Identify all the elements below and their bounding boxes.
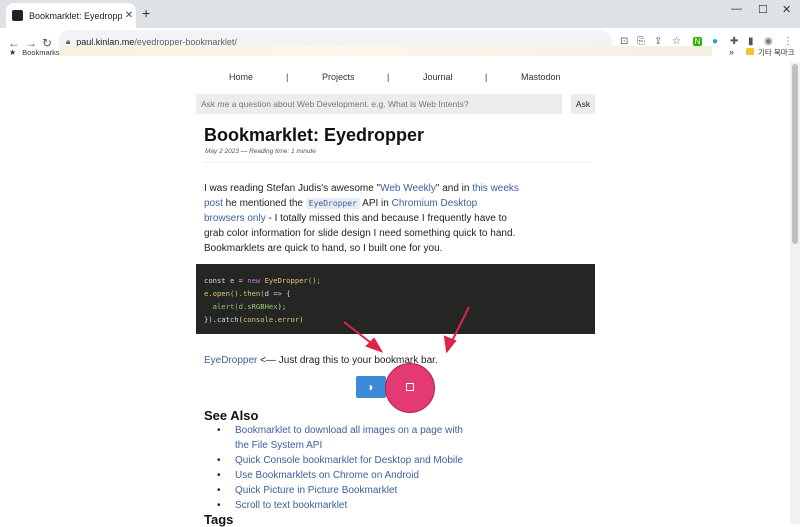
- eyedropper-bookmarklet-link[interactable]: EyeDropper: [204, 355, 257, 366]
- see-also-heading: See Also: [204, 408, 259, 423]
- rss-button[interactable]: ◗: [356, 376, 386, 398]
- related-list: Bookmarklet to download all images on a …: [217, 424, 463, 514]
- cursor-square-icon: [406, 383, 414, 391]
- eyedropper-cursor-circle: [385, 363, 435, 413]
- arrow-line-right: [450, 306, 470, 344]
- list-item-continuation[interactable]: the File System API: [235, 439, 463, 454]
- list-item[interactable]: Bookmarklet to download all images on a …: [217, 424, 463, 439]
- list-item[interactable]: Use Bookmarklets on Chrome on Android: [217, 469, 463, 484]
- rss-icon: ◗: [367, 380, 375, 394]
- list-item[interactable]: Quick Picture in Picture Bookmarklet: [217, 484, 463, 499]
- tags-heading: Tags: [204, 512, 234, 527]
- list-item[interactable]: Quick Console bookmarklet for Desktop an…: [217, 454, 463, 469]
- list-item[interactable]: Scroll to text bookmarklet: [217, 499, 463, 514]
